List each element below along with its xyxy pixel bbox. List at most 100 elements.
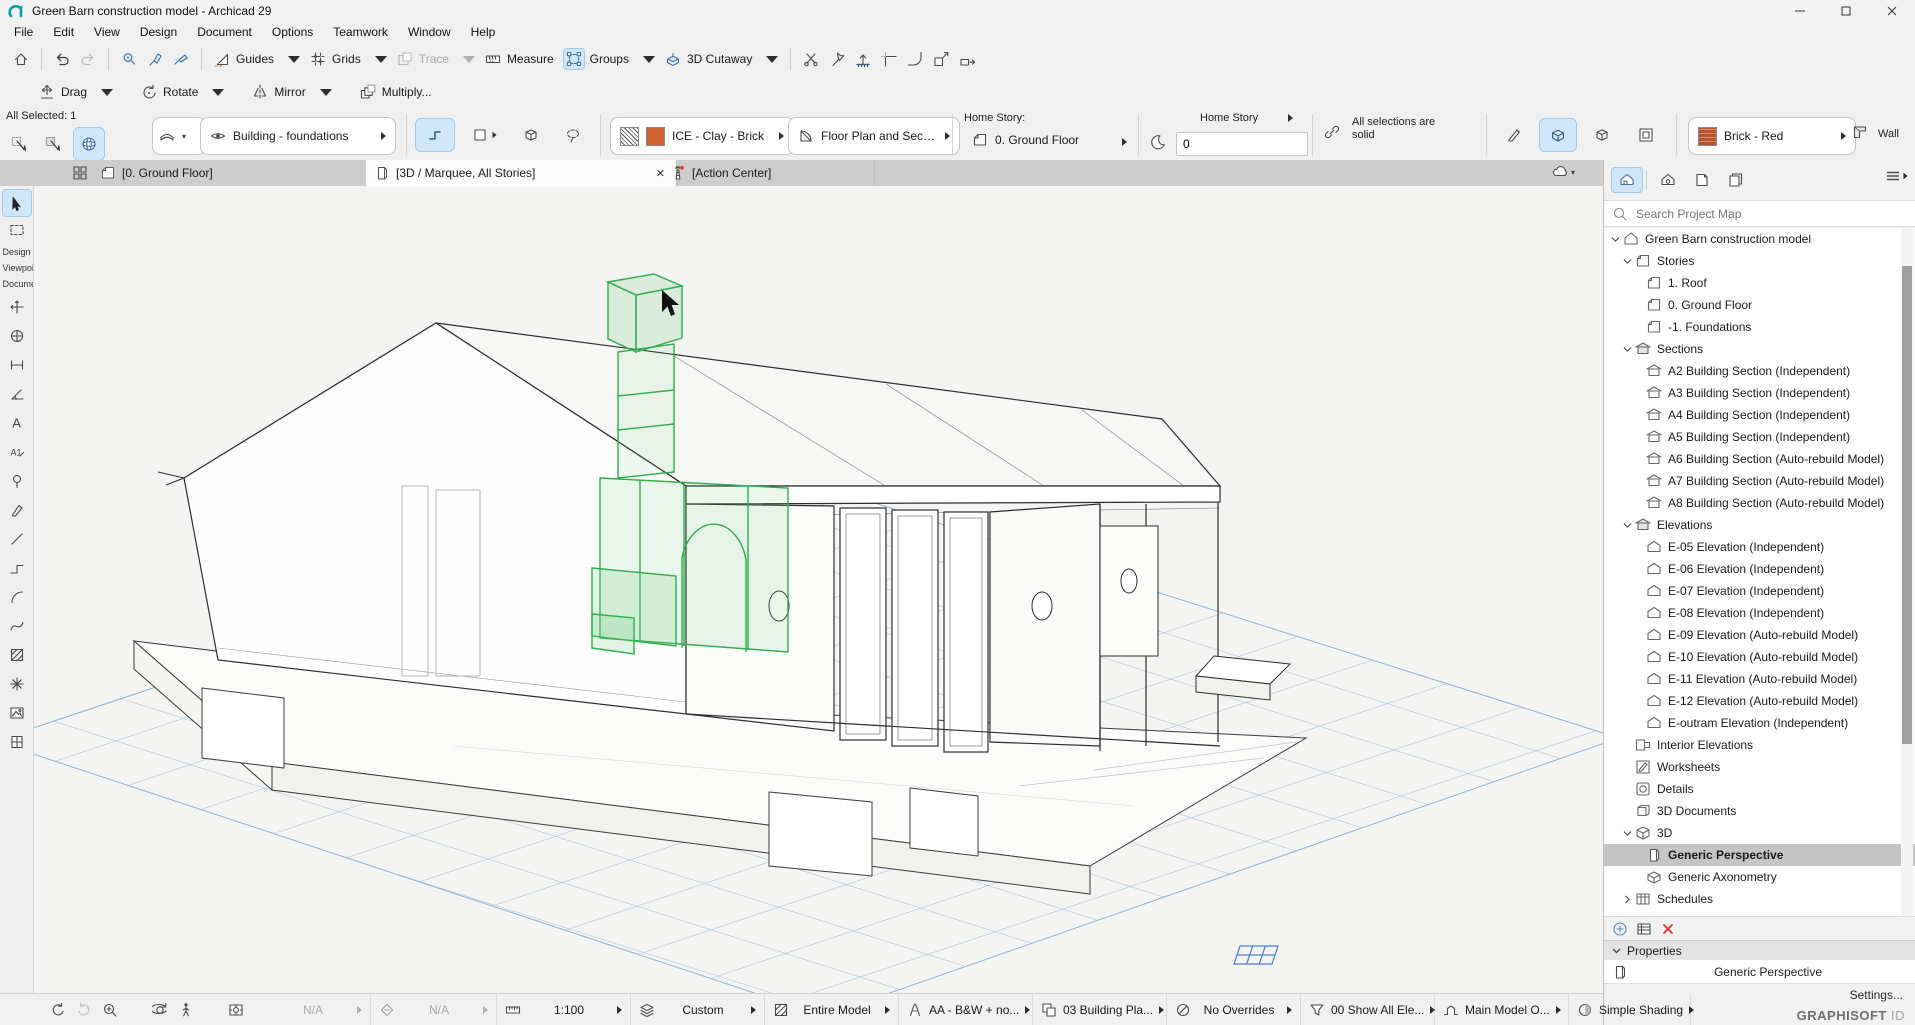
tool-pin[interactable] <box>3 466 31 495</box>
orbit-button[interactable] <box>152 1002 168 1018</box>
split-button[interactable] <box>798 48 824 70</box>
menu-help[interactable]: Help <box>461 23 506 41</box>
intersect-button[interactable] <box>876 48 902 70</box>
tool-angle[interactable] <box>3 379 31 408</box>
rotate-button[interactable]: Rotate <box>136 81 229 103</box>
cutaway-button[interactable]: 3D Cutaway <box>660 48 783 70</box>
tree-item[interactable]: 0. Ground Floor <box>1604 294 1915 316</box>
tool-arrow[interactable] <box>3 190 31 216</box>
pickup-parameters-button[interactable] <box>142 48 168 70</box>
groups-dropdown[interactable] <box>643 56 655 63</box>
fillet-button[interactable] <box>902 48 928 70</box>
guides-button[interactable]: Guides <box>209 48 305 70</box>
explore-button[interactable] <box>178 1002 194 1018</box>
tree-item[interactable]: Sections <box>1604 338 1915 360</box>
tree-item[interactable]: E-08 Elevation (Independent) <box>1604 602 1915 624</box>
tree-item[interactable]: -1. Foundations <box>1604 316 1915 338</box>
tool-figure[interactable] <box>3 698 31 727</box>
minimize-button[interactable] <box>1777 0 1823 22</box>
arrow-tool-preset-button[interactable] <box>4 128 34 160</box>
tree-item[interactable]: A2 Building Section (Independent) <box>1604 360 1915 382</box>
frame-button[interactable] <box>1628 119 1664 151</box>
tool-compass[interactable] <box>3 321 31 350</box>
3d-viewport[interactable] <box>34 186 1603 993</box>
tree-item[interactable]: Green Barn construction model <box>1604 228 1915 250</box>
toolbox-group-design[interactable]: Design <box>1 244 33 260</box>
geometry-simple-button[interactable] <box>416 119 454 151</box>
cutaway-dropdown[interactable] <box>766 56 778 63</box>
tree-item[interactable]: A8 Building Section (Auto-rebuild Model) <box>1604 492 1915 514</box>
statusbar-dropdown-4[interactable]: Entire Model <box>765 994 899 1025</box>
trace-dropdown[interactable] <box>463 56 475 63</box>
rotate-dropdown[interactable] <box>212 89 224 96</box>
list-view-button[interactable] <box>1636 921 1652 937</box>
toolbox-group-viewpoints[interactable]: Viewpoints <box>1 260 33 276</box>
tree-item[interactable]: E-06 Elevation (Independent) <box>1604 558 1915 580</box>
tree-item[interactable]: Generic Perspective <box>1604 844 1915 866</box>
tree-item[interactable]: E-11 Elevation (Auto-rebuild Model) <box>1604 668 1915 690</box>
grids-button[interactable]: Grids <box>305 48 392 70</box>
statusbar-dropdown-6[interactable]: 03 Building Pla... <box>1033 994 1167 1025</box>
drag-dropdown[interactable] <box>101 89 113 96</box>
tree-item[interactable]: A7 Building Section (Auto-rebuild Model) <box>1604 470 1915 492</box>
view-map-tab[interactable] <box>1653 168 1683 192</box>
geometry-lasso-button[interactable] <box>554 119 592 151</box>
tool-spline[interactable] <box>3 611 31 640</box>
tree-scrollbar[interactable] <box>1901 228 1913 916</box>
resize-button[interactable] <box>928 48 954 70</box>
zoom-in-button[interactable] <box>102 1002 118 1018</box>
tool-arc[interactable] <box>3 582 31 611</box>
home-button[interactable] <box>8 48 34 70</box>
tool-line[interactable] <box>3 524 31 553</box>
quick-layout-icon[interactable] <box>72 165 88 181</box>
tree-item[interactable]: A3 Building Section (Independent) <box>1604 382 1915 404</box>
chevron-open-icon[interactable] <box>1620 519 1635 532</box>
statusbar-dropdown-8[interactable]: 00 Show All Ele... <box>1301 994 1435 1025</box>
geometry-box-button[interactable] <box>462 119 506 151</box>
chevron-open-icon[interactable] <box>1620 343 1635 356</box>
tool-fill[interactable] <box>3 495 31 524</box>
grids-dropdown[interactable] <box>375 56 387 63</box>
tree-item[interactable]: Schedules <box>1604 888 1915 910</box>
favorites-combo[interactable]: Building - foundations <box>200 117 396 155</box>
view-tab-1[interactable]: [3D / Marquee, All Stories]✕ <box>366 160 677 186</box>
search-input[interactable] <box>1634 206 1908 222</box>
multiply-button[interactable]: Multiply... <box>355 81 437 103</box>
chevron-open-icon[interactable] <box>1620 827 1635 840</box>
inject-parameters-button[interactable] <box>168 48 194 70</box>
sphere-mode-button[interactable] <box>74 128 104 160</box>
menu-teamwork[interactable]: Teamwork <box>323 23 398 41</box>
stretch-button[interactable] <box>954 48 980 70</box>
redo-button[interactable] <box>75 48 101 70</box>
tree-item[interactable]: E-09 Elevation (Auto-rebuild Model) <box>1604 624 1915 646</box>
tree-item[interactable]: E-10 Elevation (Auto-rebuild Model) <box>1604 646 1915 668</box>
navigator-menu-button[interactable] <box>1885 168 1908 184</box>
statusbar-dropdown-1[interactable]: N/A <box>371 994 497 1025</box>
tool-polyline[interactable] <box>3 553 31 582</box>
trace-button[interactable]: Trace <box>392 48 480 70</box>
chevron-open-icon[interactable] <box>1608 233 1623 246</box>
tree-item[interactable]: Interior Elevations <box>1604 734 1915 756</box>
tool-dim[interactable] <box>3 350 31 379</box>
trim-button[interactable] <box>850 48 876 70</box>
tree-item[interactable]: A4 Building Section (Independent) <box>1604 404 1915 426</box>
statusbar-dropdown-10[interactable]: Simple Shading <box>1569 994 1691 1025</box>
cutplane-button[interactable] <box>1540 119 1576 151</box>
tree-item[interactable]: A6 Building Section (Auto-rebuild Model) <box>1604 448 1915 470</box>
offset-value-input[interactable] <box>1176 132 1308 156</box>
settings-link[interactable]: Settings... <box>1850 988 1903 1002</box>
tree-item[interactable]: Elevations <box>1604 514 1915 536</box>
menu-file[interactable]: File <box>4 23 43 41</box>
layout-book-tab[interactable] <box>1687 168 1717 192</box>
default-settings-button[interactable]: ▾ <box>152 117 206 155</box>
tree-item[interactable]: E-07 Elevation (Independent) <box>1604 580 1915 602</box>
maximize-button[interactable] <box>1823 0 1869 22</box>
measure-button[interactable]: 12Measure <box>480 48 559 70</box>
scrollbar-thumb[interactable] <box>1902 266 1912 744</box>
statusbar-dropdown-7[interactable]: No Overrides <box>1167 994 1301 1025</box>
menu-view[interactable]: View <box>84 23 130 41</box>
add-viewpoint-button[interactable] <box>1612 921 1628 937</box>
menu-design[interactable]: Design <box>130 23 187 41</box>
toolbox-group-document[interactable]: Document <box>1 276 33 292</box>
properties-header[interactable]: Properties <box>1604 940 1915 960</box>
